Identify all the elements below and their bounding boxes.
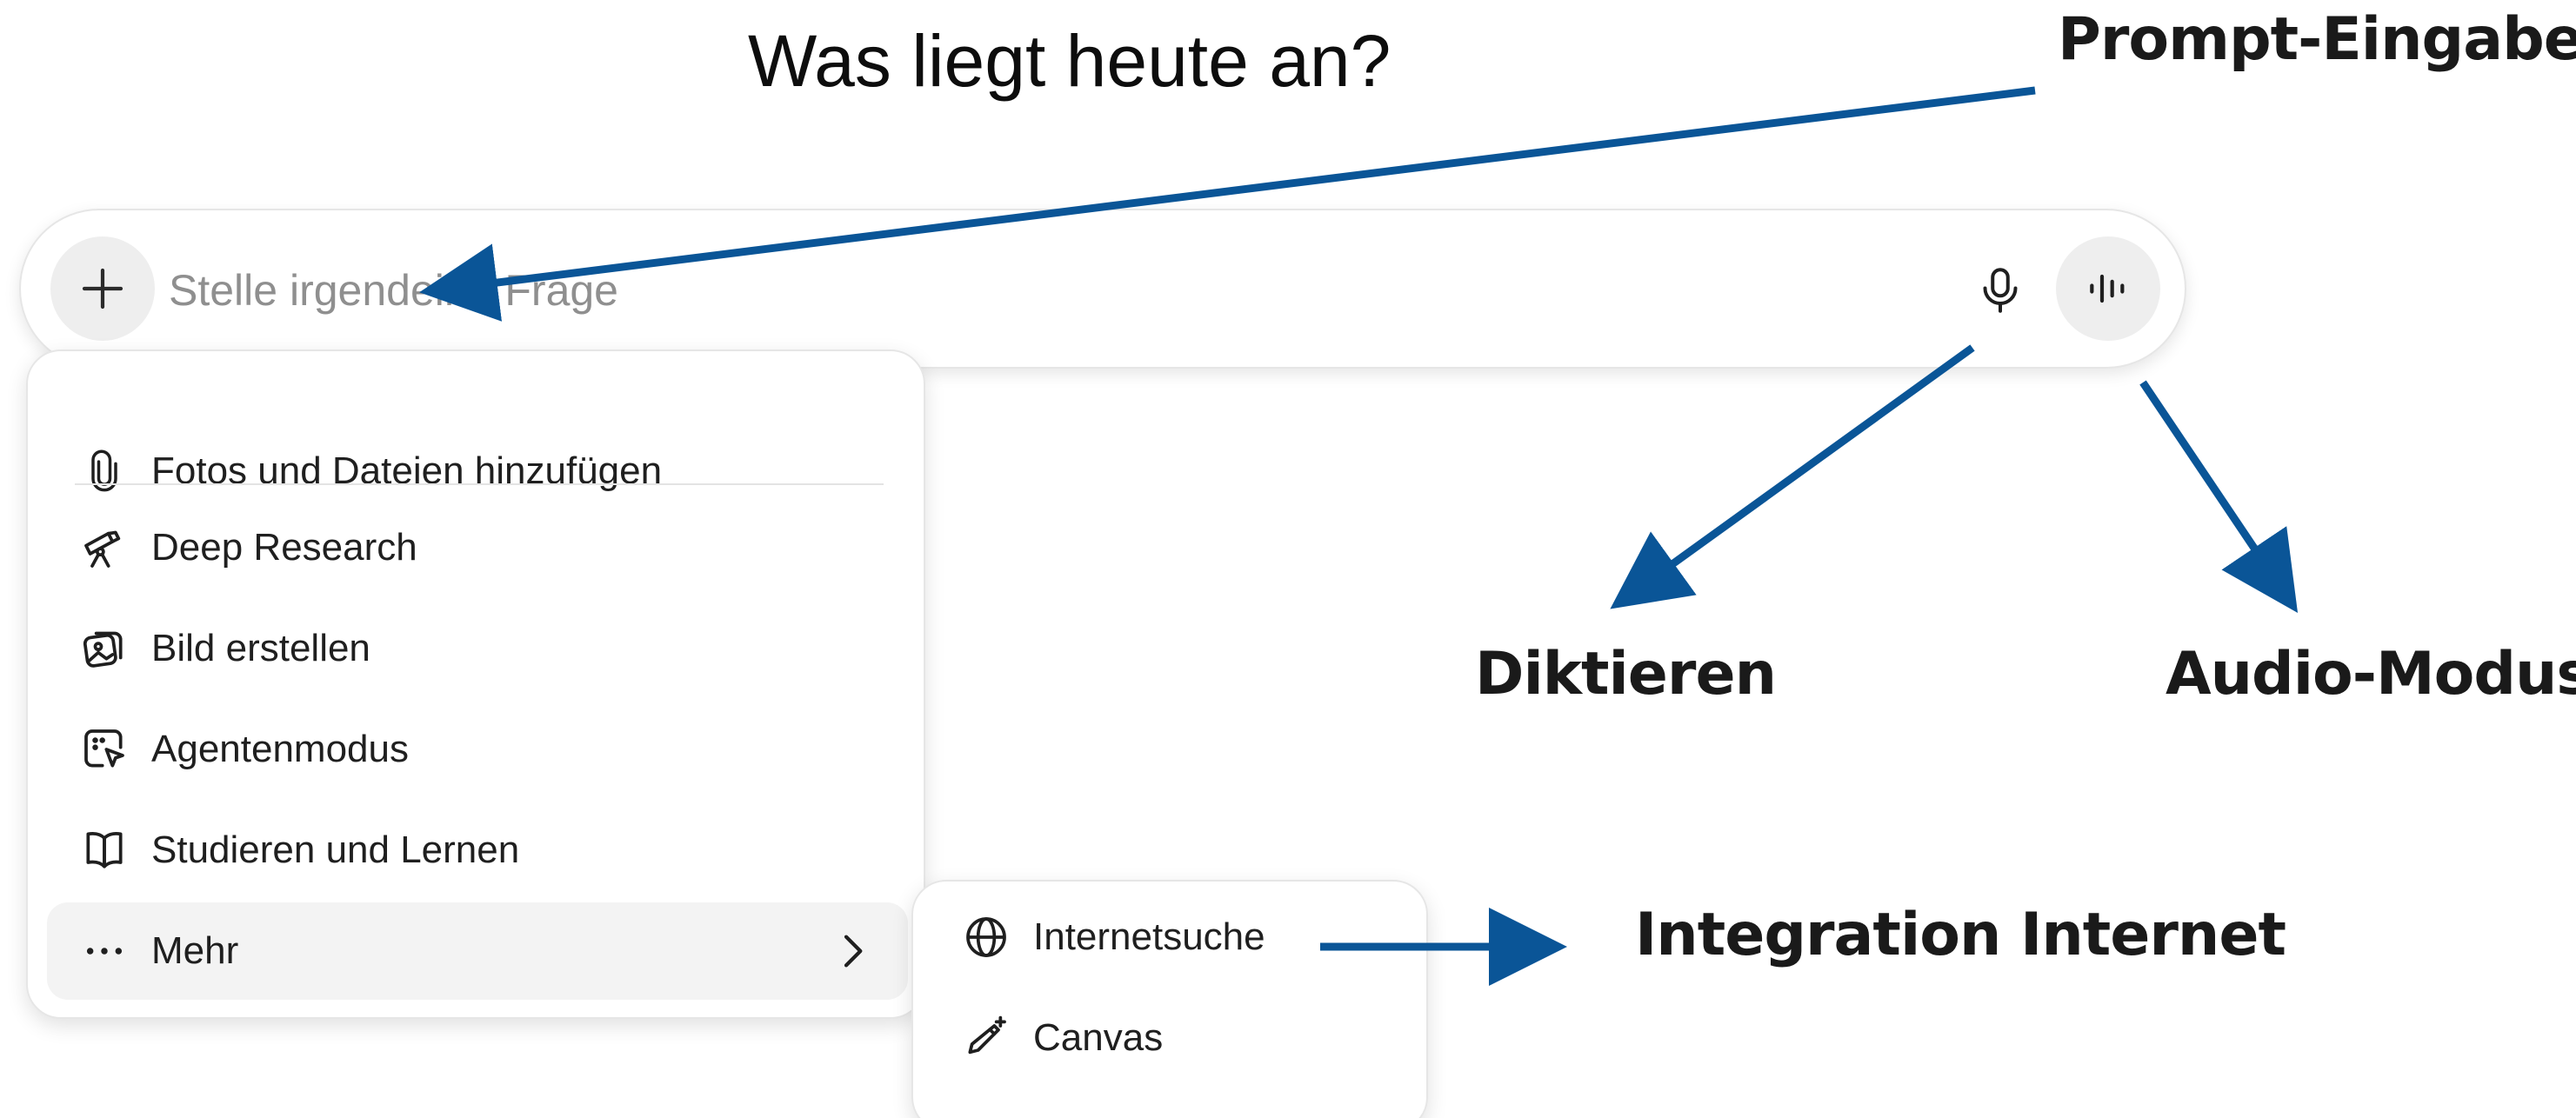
annotation-arrows bbox=[419, 86, 2299, 986]
arrow-audio-mode bbox=[2139, 380, 2299, 613]
annotated-screenshot: Was liegt heute an? Stelle irgendeine Fr… bbox=[0, 0, 2576, 1118]
arrow-prompt-input bbox=[419, 86, 2036, 322]
arrow-dictate bbox=[1610, 344, 1975, 609]
